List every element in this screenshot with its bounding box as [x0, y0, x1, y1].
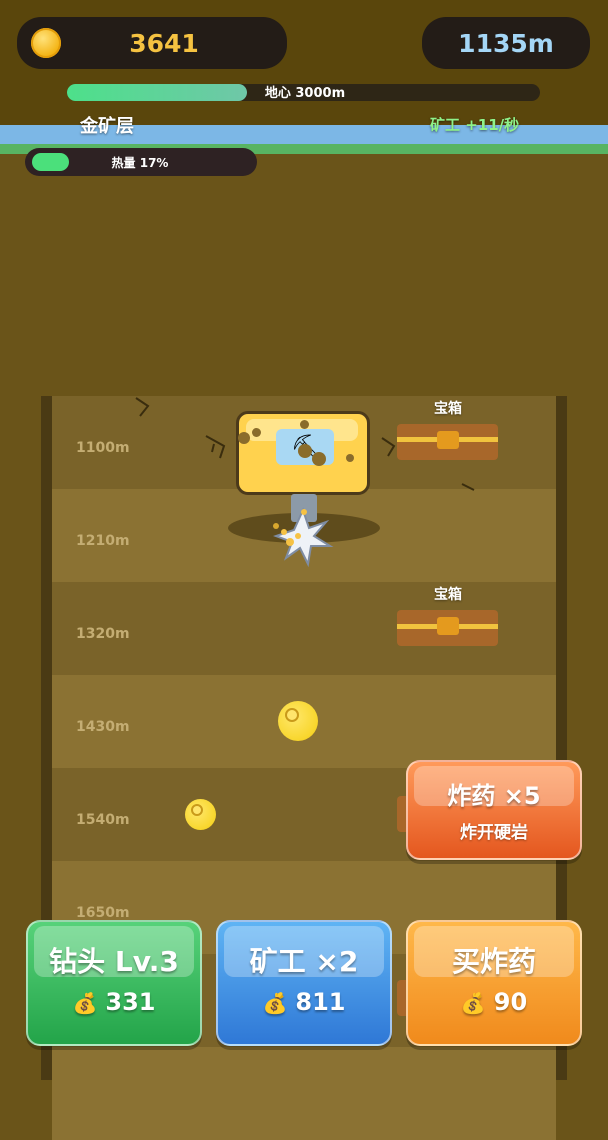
buy-bomb-cost: 💰 90	[408, 988, 580, 1016]
ore-fleck	[300, 420, 309, 429]
chest-lock-icon	[437, 431, 459, 449]
chest-label: 宝箱	[434, 587, 462, 603]
ore-fleck	[238, 432, 250, 444]
ore-fleck	[252, 428, 261, 437]
chest-lock-icon	[437, 617, 459, 635]
gold-nugget[interactable]	[278, 701, 318, 741]
miner-cost-value: 811	[295, 988, 346, 1016]
buy-bomb-label: 买炸药	[451, 945, 536, 978]
upgrade-drill-button[interactable]: 钻头 Lv.3 💰 331	[26, 920, 202, 1046]
ore-fleck	[312, 452, 326, 466]
buy-bomb-cost-value: 90	[493, 988, 528, 1016]
bomb-count: 炸药 ×5	[447, 782, 541, 810]
nugget-shine	[285, 708, 299, 722]
nugget-shine	[191, 804, 203, 816]
money-bag-icon: 💰	[460, 991, 486, 1015]
money-bag-icon: 💰	[262, 991, 288, 1015]
use-bomb-button[interactable]: 炸药 ×5 炸开硬岩	[406, 760, 582, 860]
miner-cost: 💰 811	[218, 988, 390, 1016]
miner-count-label: 矿工 ×2	[249, 945, 359, 978]
buy-bomb-button[interactable]: 买炸药 💰 90	[406, 920, 582, 1046]
drill-level-label: 钻头 Lv.3	[49, 945, 179, 978]
drill-spark-icon	[273, 507, 334, 568]
bomb-subtitle: 炸开硬岩	[460, 823, 528, 843]
drill-cost-value: 331	[105, 988, 156, 1016]
money-bag-icon: 💰	[72, 991, 98, 1015]
ore-fleck	[298, 444, 312, 458]
hire-miner-button[interactable]: 矿工 ×2 💰 811	[216, 920, 392, 1046]
drill-cost: 💰 331	[28, 988, 200, 1016]
chest-label: 宝箱	[434, 401, 462, 417]
ore-fleck	[346, 454, 354, 462]
